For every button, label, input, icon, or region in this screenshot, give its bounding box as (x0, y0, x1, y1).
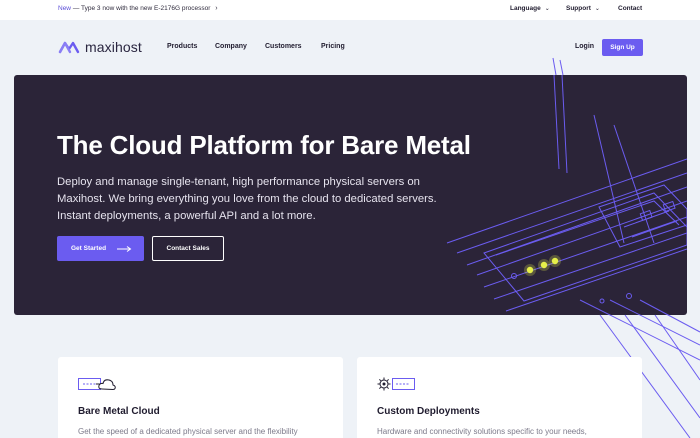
feature-text: Hardware and connectivity solutions spec… (377, 427, 587, 436)
feature-title: Custom Deployments (377, 406, 480, 417)
cloud-server-icon (78, 378, 116, 391)
feature-card-bare-metal[interactable]: Bare Metal Cloud Get the speed of a dedi… (58, 357, 343, 438)
gear-server-icon (377, 377, 415, 391)
feature-card-custom-deployments[interactable]: Custom Deployments Hardware and connecti… (357, 357, 642, 438)
feature-title: Bare Metal Cloud (78, 406, 160, 417)
feature-text: Get the speed of a dedicated physical se… (78, 427, 298, 436)
